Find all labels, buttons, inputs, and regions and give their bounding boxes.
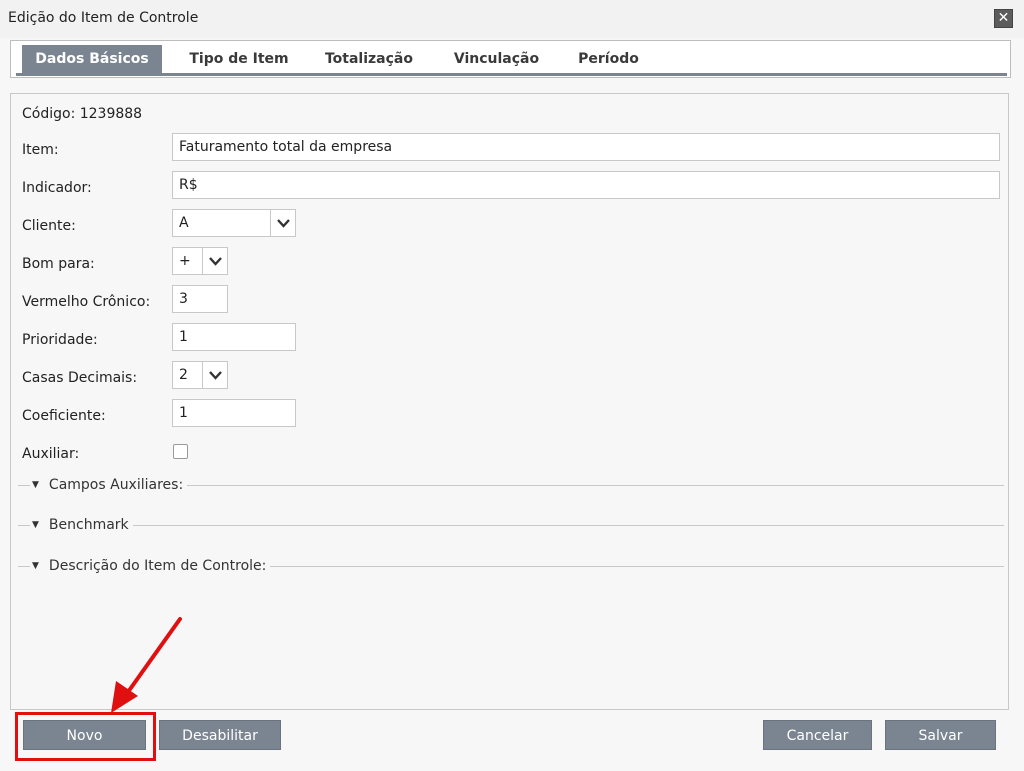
annotation-arrow-icon	[111, 617, 182, 713]
